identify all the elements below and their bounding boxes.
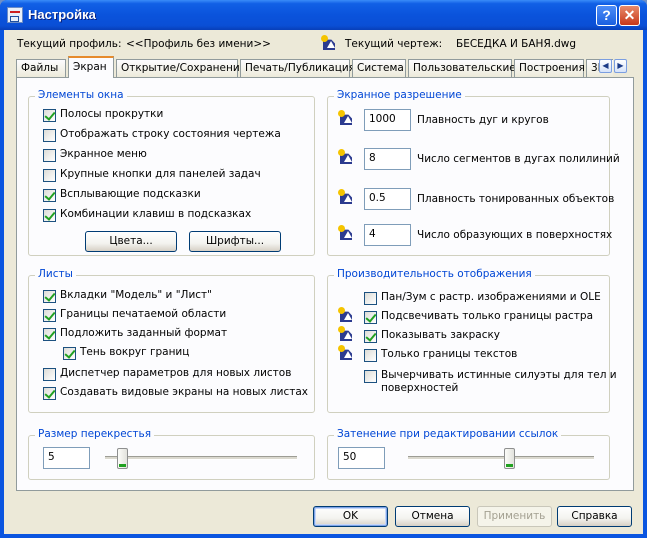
tab-user-preferences[interactable]: Пользовательские (408, 59, 516, 78)
profile-value: <<Профиль без имени>> (126, 38, 271, 50)
xref-fading-input[interactable]: 50 (338, 447, 385, 469)
scrollbars-checkbox[interactable] (43, 109, 56, 122)
paper-background-checkbox[interactable] (43, 328, 56, 341)
cancel-button[interactable]: Отмена (395, 506, 470, 527)
display-tab-panel: Элементы окна Полосы прокрутки Отображат… (16, 77, 634, 491)
screen-menu-label: Экранное меню (60, 148, 147, 160)
window-elements-title: Элементы окна (35, 89, 127, 101)
raster-frame-only-label: Подсвечивать только границы растра (381, 310, 594, 322)
scrollbars-label: Полосы прокрутки (60, 108, 164, 120)
contour-lines-label: Число образующих в поверхностях (417, 229, 613, 241)
app-icon (7, 7, 23, 23)
paper-shadow-checkbox[interactable] (63, 347, 76, 360)
model-layout-tabs-checkbox[interactable] (43, 290, 56, 303)
fonts-button[interactable]: Шрифты... (189, 231, 281, 252)
large-buttons-label: Крупные кнопки для панелей задач (60, 168, 261, 180)
display-performance-title: Производительность отображения (334, 268, 535, 280)
screen-menu-checkbox[interactable] (43, 149, 56, 162)
layout-elements-group: Листы Вкладки "Модель" и "Лист" Границы … (28, 268, 315, 413)
pan-zoom-raster-label: Пан/Зум с растр. изображениями и OLE (381, 291, 601, 303)
ok-button[interactable]: OK (313, 506, 388, 527)
tooltips-label: Всплывающие подсказки (60, 188, 201, 200)
true-silhouettes-label: Вычерчивать истинные силуэты для тел и (381, 369, 617, 381)
create-viewports-label: Создавать видовые экраны на новых листах (60, 386, 308, 398)
printable-area-label: Границы печатаемой области (60, 308, 227, 320)
status-bar-label: Отображать строку состояния чертежа (60, 128, 281, 140)
drawing-icon (321, 35, 339, 51)
saved-in-drawing-icon (338, 326, 356, 342)
layout-elements-title: Листы (35, 268, 76, 280)
rendered-smoothness-input[interactable]: 0.5 (364, 188, 411, 210)
xref-fading-slider-track[interactable] (408, 456, 594, 460)
polyline-segments-label: Число сегментов в дугах полилиний (417, 153, 620, 165)
status-bar-checkbox[interactable] (43, 129, 56, 142)
profile-label: Текущий профиль: (17, 38, 122, 50)
polyline-segments-input[interactable]: 8 (364, 148, 411, 170)
paper-background-label: Подложить заданный формат (60, 327, 228, 339)
saved-in-drawing-icon (338, 345, 356, 361)
text-boundary-label: Только границы текстов (381, 348, 518, 360)
crosshair-slider-thumb[interactable] (117, 448, 128, 469)
contour-lines-input[interactable]: 4 (364, 224, 411, 246)
raster-frame-only-checkbox[interactable] (364, 311, 377, 324)
tab-scroll-left-icon[interactable]: ◀ (599, 59, 612, 73)
saved-in-drawing-icon (338, 189, 356, 205)
window-title: Настройка (28, 7, 96, 22)
title-bar[interactable]: Настройка ? ✕ (0, 0, 647, 30)
shortcut-keys-checkbox[interactable] (43, 209, 56, 222)
display-performance-group: Производительность отображения Пан/Зум с… (327, 268, 617, 413)
xref-fading-title: Затенение при редактировании ссылок (334, 428, 562, 440)
window-elements-group: Элементы окна Полосы прокрутки Отображат… (28, 89, 315, 256)
help-button[interactable]: Справка (557, 506, 632, 527)
pan-zoom-raster-checkbox[interactable] (364, 292, 377, 305)
tab-system[interactable]: Система (352, 59, 406, 78)
crosshair-size-input[interactable]: 5 (43, 447, 90, 469)
page-setup-manager-label: Диспетчер параметров для новых листов (60, 367, 292, 379)
crosshair-slider-track[interactable] (105, 456, 297, 460)
tab-plot-publish[interactable]: Печать/Публикация (240, 59, 355, 78)
printable-area-checkbox[interactable] (43, 309, 56, 322)
tab-drafting[interactable]: Построения (514, 59, 585, 78)
display-resolution-group: Экранное разрешение 1000 Плавность дуг и… (327, 89, 620, 256)
close-button[interactable]: ✕ (619, 5, 640, 26)
large-buttons-checkbox[interactable] (43, 169, 56, 182)
text-boundary-checkbox[interactable] (364, 349, 377, 362)
apply-solid-fill-checkbox[interactable] (364, 330, 377, 343)
drawing-value: БЕСЕДКА И БАНЯ.dwg (456, 38, 577, 50)
tab-strip: Файлы Экран Открытие/Сохранение Печать/П… (16, 56, 613, 78)
tab-display[interactable]: Экран (68, 56, 114, 78)
options-dialog: Настройка ? ✕ Текущий профиль: <<Профиль… (0, 0, 647, 538)
crosshair-size-title: Размер перекрестья (35, 428, 155, 440)
tooltips-checkbox[interactable] (43, 189, 56, 202)
dialog-body: Текущий профиль: <<Профиль без имени>> Т… (4, 30, 643, 534)
apply-solid-fill-label: Показывать закраску (381, 329, 501, 341)
help-title-button[interactable]: ? (596, 5, 617, 26)
page-setup-manager-checkbox[interactable] (43, 368, 56, 381)
drawing-label: Текущий чертеж: (345, 38, 443, 50)
tab-open-save[interactable]: Открытие/Сохранение (116, 59, 246, 78)
shortcut-keys-label: Комбинации клавиш в подсказках (60, 208, 252, 220)
true-silhouettes-label-cont: поверхностей (381, 382, 459, 394)
create-viewports-checkbox[interactable] (43, 387, 56, 400)
saved-in-drawing-icon (338, 225, 356, 241)
xref-fading-group: Затенение при редактировании ссылок 50 (327, 428, 610, 480)
colors-button[interactable]: Цвета... (85, 231, 177, 252)
display-resolution-title: Экранное разрешение (334, 89, 465, 101)
apply-button[interactable]: Применить (477, 506, 552, 527)
rendered-smoothness-label: Плавность тонированных объектов (417, 193, 615, 205)
saved-in-drawing-icon (338, 307, 356, 323)
arc-smoothness-label: Плавность дуг и кругов (417, 114, 549, 126)
saved-in-drawing-icon (338, 110, 356, 126)
paper-shadow-label: Тень вокруг границ (80, 346, 190, 358)
saved-in-drawing-icon (338, 149, 356, 165)
arc-smoothness-input[interactable]: 1000 (364, 109, 411, 131)
tab-scroll-right-icon[interactable]: ▶ (614, 59, 627, 73)
model-layout-tabs-label: Вкладки "Модель" и "Лист" (60, 289, 212, 301)
tab-files[interactable]: Файлы (16, 59, 66, 78)
crosshair-size-group: Размер перекрестья 5 (28, 428, 315, 480)
xref-fading-slider-thumb[interactable] (504, 448, 515, 469)
true-silhouettes-checkbox[interactable] (364, 370, 377, 383)
